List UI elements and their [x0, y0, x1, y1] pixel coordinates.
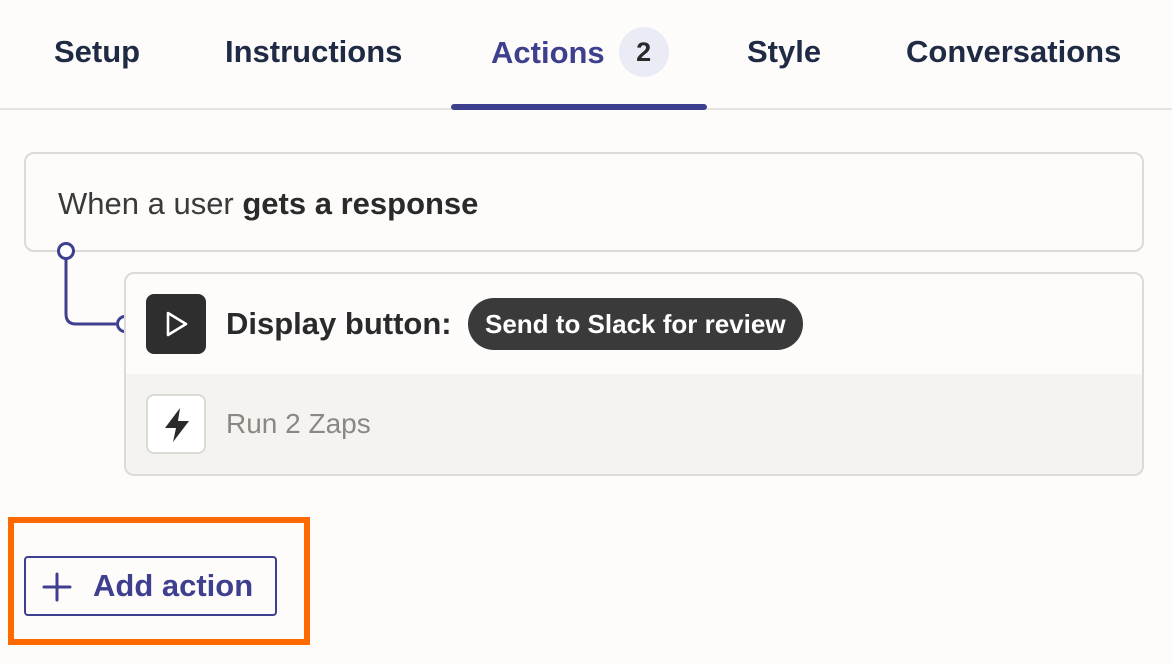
run-zaps-row[interactable]: Run 2 Zaps	[126, 374, 1142, 474]
trigger-card[interactable]: When a user gets a response	[24, 152, 1144, 252]
tab-conversations-label: Conversations	[906, 34, 1122, 69]
action-card[interactable]: Display button: Send to Slack for review…	[124, 272, 1144, 476]
display-button-action[interactable]: Display button: Send to Slack for review	[126, 274, 1142, 374]
tab-setup[interactable]: Setup	[54, 32, 140, 72]
tab-actions-label: Actions	[491, 35, 605, 71]
run-zaps-label: Run 2 Zaps	[226, 408, 371, 439]
trigger-event: gets a response	[242, 186, 479, 221]
slack-button-pill: Send to Slack for review	[468, 298, 803, 350]
plus-icon	[42, 572, 72, 602]
active-tab-indicator	[451, 104, 707, 110]
trigger-text: When a user gets a response	[58, 184, 478, 224]
lightning-icon	[146, 394, 206, 454]
add-action-label: Add action	[93, 568, 254, 603]
tab-style[interactable]: Style	[747, 32, 821, 72]
action-label: Display button:	[226, 306, 452, 341]
play-icon	[146, 294, 206, 354]
tab-actions[interactable]: Actions 2	[491, 27, 669, 77]
tab-instructions[interactable]: Instructions	[225, 32, 402, 72]
tab-conversations[interactable]: Conversations	[906, 32, 1121, 72]
tab-bar: Setup Instructions Actions 2 Style Conver…	[0, 0, 1172, 110]
add-action-button[interactable]: Add action	[24, 556, 277, 616]
trigger-prefix: When a user	[58, 186, 243, 221]
tab-setup-label: Setup	[54, 34, 141, 69]
tab-instructions-label: Instructions	[225, 34, 403, 69]
tab-style-label: Style	[747, 34, 822, 69]
tab-actions-count-badge: 2	[618, 27, 669, 77]
